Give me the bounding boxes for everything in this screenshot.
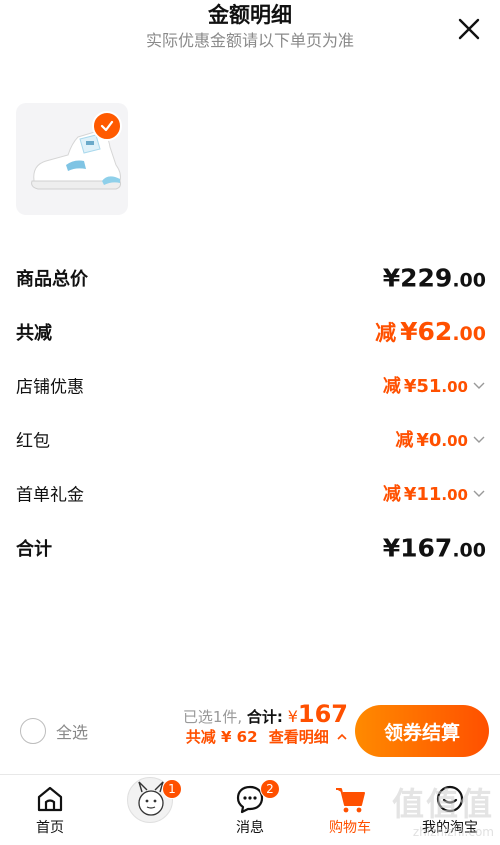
reduce-summary: 共减 ¥ 62 [185,728,258,746]
total-label: 合计: [246,708,283,726]
red-packet-row[interactable]: 红包 减 ¥0.00 [16,419,486,459]
page-subtitle: 实际优惠金额请以下单页为准 [145,31,354,50]
watermark: 值值值 zhizhizhi.com [392,779,494,839]
chevron-down-icon[interactable] [472,486,486,500]
close-icon[interactable] [456,16,482,42]
sum-label: 合计 [16,539,52,560]
view-detail-link[interactable]: 共减 ¥ 62 查看明细 [183,726,348,747]
selected-count: 已选1件, [182,708,243,726]
home-icon [37,786,63,812]
shop-discount-value: 减 ¥51.00 [383,372,486,398]
first-order-gift-label: 首单礼金 [16,485,84,506]
total-currency: ¥ [287,707,298,726]
red-packet-label: 红包 [16,431,50,452]
watermark-logo: 值值值 [391,785,494,823]
total-reduce-label: 共减 [16,323,52,344]
goods-total-label: 商品总价 [16,269,88,290]
product-thumbnail[interactable] [16,103,128,215]
chevron-up-icon [337,733,347,740]
shop-discount-row[interactable]: 店铺优惠 减 ¥51.00 [16,365,486,405]
select-all-toggle[interactable]: 全选 [20,718,88,744]
total-reduce-row: 共减 减 ¥62.00 [16,312,486,352]
goods-total-value: ¥229.00 [382,263,486,293]
select-all-label: 全选 [56,723,89,742]
first-order-gift-row[interactable]: 首单礼金 减 ¥11.00 [16,473,486,513]
sum-value: ¥167.00 [382,533,486,563]
checkout-bar: 全选 已选1件, 合计: ¥167 共减 ¥ 62 查看明细 领券结算 [0,698,500,774]
total-reduce-value: 减 ¥62.00 [375,317,486,346]
tab-avatar[interactable]: 1 [100,777,200,823]
shop-discount-label: 店铺优惠 [16,377,84,398]
cart-icon [336,788,365,813]
tab-messages[interactable]: 2 消息 [200,779,300,837]
goods-total-row: 商品总价 ¥229.00 [16,258,486,298]
selected-check-icon[interactable] [92,111,122,141]
page-title: 金额明细 [208,3,292,27]
tab-avatar-badge: 1 [162,779,182,799]
select-all-radio[interactable] [20,718,46,744]
tab-cart[interactable]: 购物车 [300,783,400,837]
price-summary: 已选1件, 合计: ¥167 共减 ¥ 62 查看明细 [183,700,348,747]
tab-messages-badge: 2 [260,779,280,799]
first-order-gift-value: 减 ¥11.00 [383,480,486,506]
tab-messages-label: 消息 [236,820,264,836]
header: 金额明细 实际优惠金额请以下单页为准 [0,0,500,60]
red-packet-value: 减 ¥0.00 [395,426,486,452]
tab-home-label: 首页 [36,820,64,836]
total-amount: 167 [297,700,348,728]
checkout-button[interactable]: 领券结算 [355,705,489,757]
chevron-down-icon[interactable] [472,432,486,446]
chevron-down-icon[interactable] [472,378,486,392]
watermark-url: zhizhizhi.com [412,825,494,839]
tab-home[interactable]: 首页 [0,783,100,837]
sum-row: 合计 ¥167.00 [16,528,486,568]
detail-link-label: 查看明细 [268,728,329,746]
tab-cart-label: 购物车 [329,820,371,836]
